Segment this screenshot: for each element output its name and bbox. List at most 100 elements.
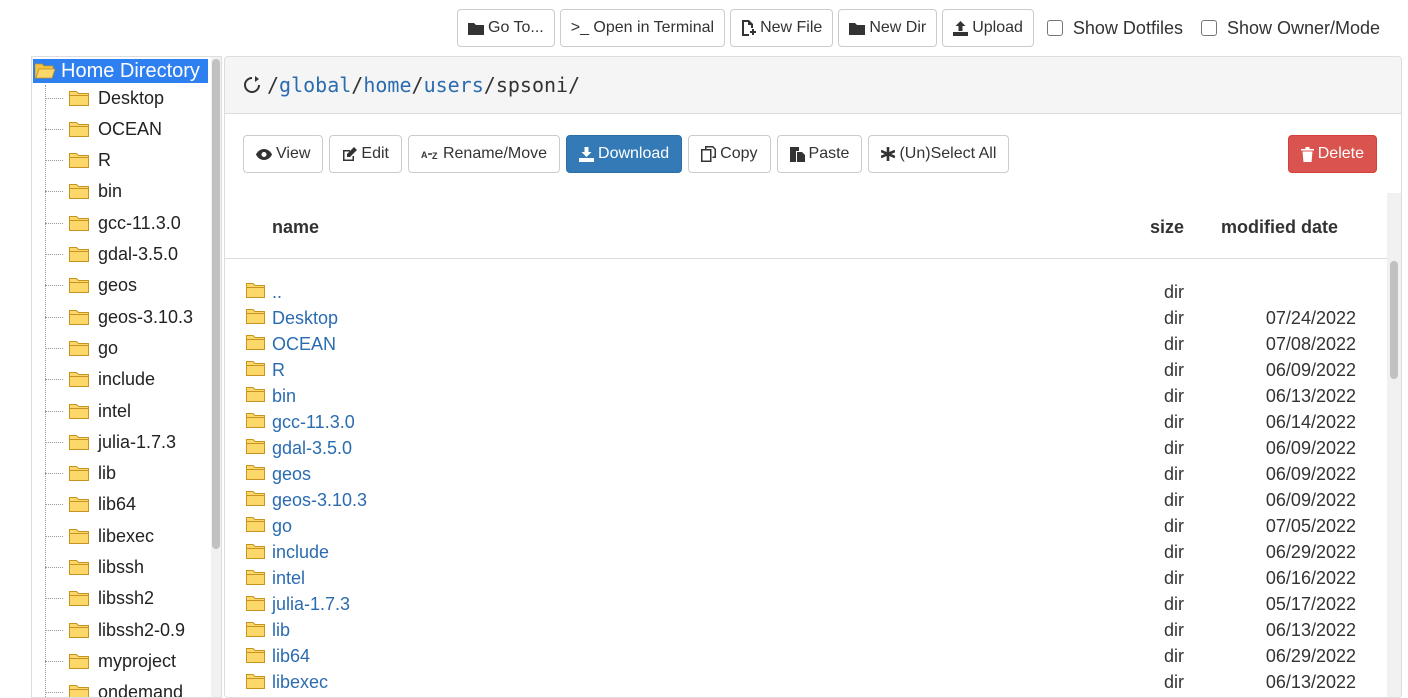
file-name-link[interactable]: lib64 xyxy=(272,646,310,667)
tree-item[interactable]: Desktop xyxy=(45,86,164,110)
table-row[interactable]: libexec dir 06/13/2022 xyxy=(225,670,1387,696)
table-row[interactable]: Rdir 06/09/2022 xyxy=(225,357,1387,383)
table-row[interactable]: lib64 dir 06/29/2022 xyxy=(225,644,1387,670)
checkbox-box[interactable] xyxy=(1200,20,1217,36)
tree-item[interactable]: lib xyxy=(45,462,116,486)
table-row[interactable]: bin dir 06/13/2022 xyxy=(225,383,1387,409)
tree-item[interactable]: go xyxy=(45,336,118,360)
path-segment-global[interactable]: global xyxy=(279,73,351,97)
paste-button[interactable]: Paste xyxy=(776,135,863,173)
tree-item[interactable]: geos xyxy=(45,274,137,298)
tree-item[interactable]: lib64 xyxy=(45,493,136,517)
new-file-button[interactable]: New File xyxy=(730,9,834,47)
table-row[interactable]: intel dir 06/16/2022 xyxy=(225,566,1387,592)
scrollbar-thumb[interactable] xyxy=(212,59,220,549)
file-name-link[interactable]: julia-1.7.3 xyxy=(272,594,350,615)
tree-scrollbar[interactable] xyxy=(211,57,221,697)
path-segment-users[interactable]: users xyxy=(424,73,484,97)
tree-item[interactable]: libexec xyxy=(45,524,154,548)
tree-connector xyxy=(45,97,63,99)
file-name-link[interactable]: geos xyxy=(272,464,311,485)
file-name-link[interactable]: Desktop xyxy=(272,308,338,329)
tree-item[interactable]: myproject xyxy=(45,649,176,673)
delete-button[interactable]: Delete xyxy=(1287,135,1377,173)
table-row[interactable]: include dir 06/29/2022 xyxy=(225,540,1387,566)
table-row[interactable]: gcc-11.3.0 dir 06/14/2022 xyxy=(225,409,1387,435)
file-size: dir xyxy=(1164,437,1185,458)
open-terminal-button[interactable]: >_ Open in Terminal xyxy=(559,9,726,47)
tree-item[interactable]: libssh xyxy=(45,556,144,580)
table-row[interactable]: .. dir xyxy=(225,279,1387,305)
file-size: dir xyxy=(1164,333,1185,354)
tree-item[interactable]: gcc-11.3.0 xyxy=(45,211,181,235)
file-name-link[interactable]: libexec xyxy=(272,672,328,693)
folder-icon xyxy=(246,413,265,429)
tree-connector xyxy=(45,254,63,255)
table-row[interactable]: geos-3.10.3 dir 06/09/2022 xyxy=(225,487,1387,513)
edit-label: Edit xyxy=(361,145,389,162)
table-row[interactable]: OCEAN dir 07/08/2022 xyxy=(225,331,1387,357)
file-name-link[interactable]: go xyxy=(272,516,292,537)
folder-icon xyxy=(69,622,89,638)
file-name-link[interactable]: gcc-11.3.0 xyxy=(272,412,355,433)
rename-move-button[interactable]: AZ Rename/Move xyxy=(407,135,561,173)
tree-item[interactable]: bin xyxy=(45,180,122,204)
goto-button[interactable]: Go To... xyxy=(457,9,555,47)
scrollbar-thumb[interactable] xyxy=(1390,261,1398,379)
download-button[interactable]: Download xyxy=(566,135,683,173)
tree-root-home-directory[interactable]: Home Directory xyxy=(33,59,208,83)
tree-item[interactable]: R xyxy=(45,149,111,173)
file-name-link[interactable]: lib xyxy=(272,620,290,641)
tree-item[interactable]: libssh2 xyxy=(45,587,154,611)
file-name-link[interactable]: bin xyxy=(272,386,296,407)
file-name-link[interactable]: include xyxy=(272,542,329,563)
folder-icon xyxy=(69,90,89,106)
path-separator: / xyxy=(483,73,496,97)
view-button[interactable]: View xyxy=(243,135,324,173)
tree-item[interactable]: julia-1.7.3 xyxy=(45,430,176,454)
refresh-icon[interactable] xyxy=(243,76,261,94)
table-row[interactable]: julia-1.7.3 dir 05/17/2022 xyxy=(225,592,1387,618)
tree-item[interactable]: libssh2-0.9 xyxy=(45,618,185,642)
file-name-link[interactable]: .. xyxy=(272,282,282,303)
tree-item[interactable]: gdal-3.5.0 xyxy=(45,243,178,267)
edit-button[interactable]: Edit xyxy=(329,135,402,173)
new-dir-button[interactable]: New Dir xyxy=(838,9,938,47)
file-name-link[interactable]: OCEAN xyxy=(272,334,336,355)
file-size: dir xyxy=(1164,594,1185,615)
tree-item[interactable]: intel xyxy=(45,399,131,423)
file-list-scrollbar[interactable] xyxy=(1387,193,1401,697)
file-name-link[interactable]: intel xyxy=(272,568,305,589)
upload-button[interactable]: Upload xyxy=(942,9,1034,47)
file-name-link[interactable]: gdal-3.5.0 xyxy=(272,438,352,459)
tree-item[interactable]: OCEAN xyxy=(45,117,162,141)
tree-connector xyxy=(45,567,63,568)
file-modified-date: 06/29/2022 xyxy=(1265,646,1356,667)
column-header-name[interactable]: name xyxy=(272,217,319,238)
path-segment-home[interactable]: home xyxy=(363,73,411,97)
copy-button[interactable]: Copy xyxy=(688,135,771,173)
tree-item[interactable]: geos-3.10.3 xyxy=(45,305,193,329)
folder-icon xyxy=(246,491,265,507)
show-owner-mode-checkbox[interactable]: Show Owner/Mode xyxy=(1200,18,1380,39)
table-row[interactable]: Desktop dir 07/24/2022 xyxy=(225,305,1387,331)
table-row[interactable]: go dir 07/05/2022 xyxy=(225,513,1387,539)
column-header-size[interactable]: size xyxy=(1150,217,1184,238)
folder-icon xyxy=(849,22,866,35)
folder-icon xyxy=(246,543,265,559)
select-all-button[interactable]: (Un)Select All xyxy=(868,135,1010,173)
file-name-link[interactable]: geos-3.10.3 xyxy=(272,490,367,511)
new-file-label: New File xyxy=(760,19,823,36)
checkbox-box[interactable] xyxy=(1046,20,1063,36)
table-row[interactable]: gdal-3.5.0 dir 06/09/2022 xyxy=(225,435,1387,461)
table-row[interactable]: geos dir 06/09/2022 xyxy=(225,461,1387,487)
tree-item[interactable]: ondemand xyxy=(45,681,183,697)
tree-item[interactable]: include xyxy=(45,368,155,392)
tree-connector xyxy=(45,379,63,381)
tree-connector xyxy=(45,535,63,537)
file-name-link[interactable]: R xyxy=(272,360,285,381)
show-dotfiles-checkbox[interactable]: Show Dotfiles xyxy=(1046,18,1183,39)
table-row[interactable]: lib dir 06/13/2022 xyxy=(225,618,1387,644)
tree-root-label: Home Directory xyxy=(61,59,200,82)
column-header-modified-date[interactable]: modified date xyxy=(1221,217,1338,238)
